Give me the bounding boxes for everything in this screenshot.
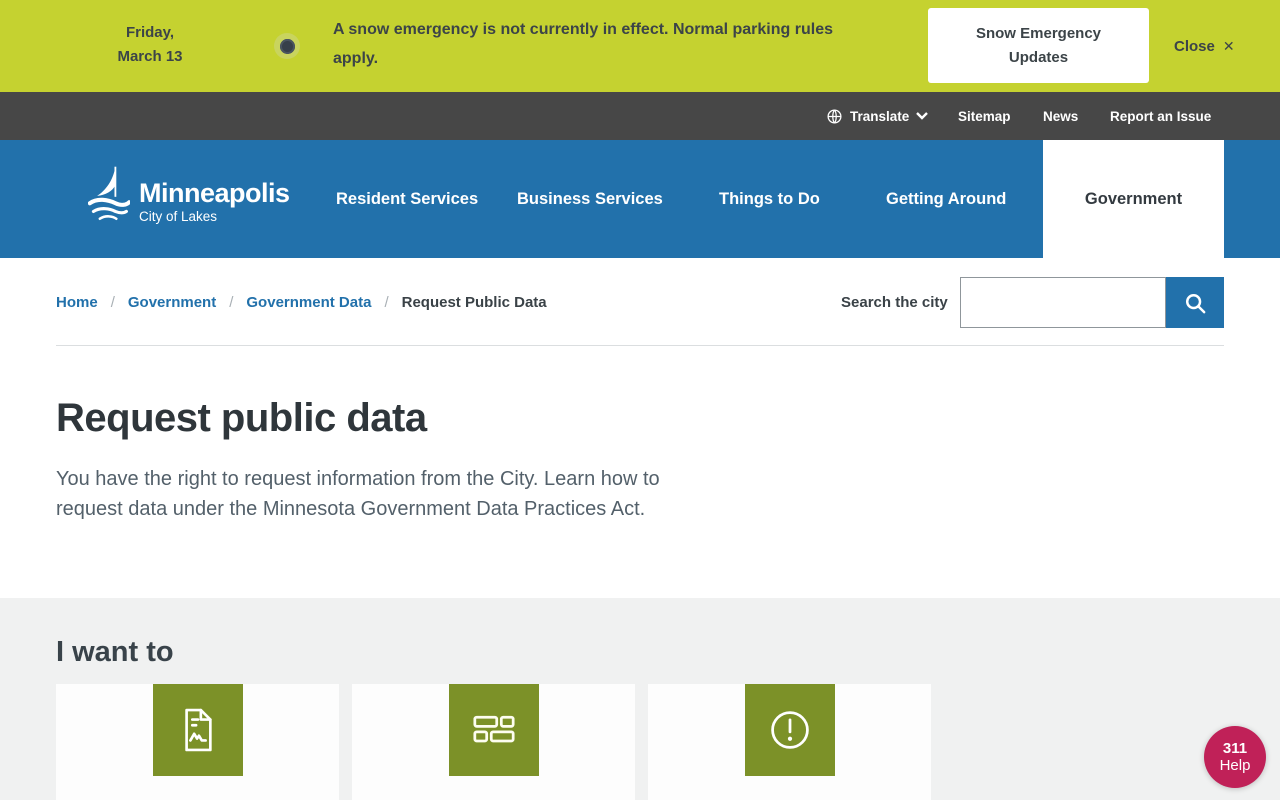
breadcrumb-bar: Home / Government / Government Data / Re… — [0, 258, 1280, 346]
card-icon-tile — [448, 684, 539, 776]
breadcrumb-current: Request Public Data — [401, 294, 547, 311]
breadcrumb-separator: / — [110, 294, 115, 311]
nav-item-business-services[interactable]: Business Services — [517, 140, 663, 258]
breadcrumb-separator: / — [229, 294, 234, 311]
card-report-issue[interactable] — [648, 684, 931, 800]
breadcrumb-link-home[interactable]: Home — [56, 294, 98, 311]
breadcrumb: Home / Government / Government Data / Re… — [56, 294, 547, 311]
breadcrumb-link-government[interactable]: Government — [128, 294, 216, 311]
city-logo[interactable]: Minneapolis City of Lakes — [88, 164, 290, 226]
i-want-to-heading: I want to — [56, 636, 174, 668]
translate-menu[interactable]: Translate — [820, 92, 934, 140]
snow-emergency-updates-button[interactable]: Snow Emergency Updates — [928, 8, 1149, 83]
311-help-label: Help — [1219, 757, 1251, 774]
utility-bar: Translate Sitemap News Report an Issue — [0, 92, 1280, 140]
banner-date: Friday, March 13 — [98, 21, 202, 69]
main-navigation: Minneapolis City of Lakes Resident Servi… — [0, 140, 1280, 258]
card-icon-tile — [152, 684, 243, 776]
311-help-button[interactable]: 311 Help — [1204, 726, 1266, 788]
page-intro: You have the right to request informatio… — [56, 468, 660, 520]
search-icon — [1185, 293, 1206, 313]
search-button[interactable] — [1166, 277, 1224, 328]
breadcrumb-separator: / — [384, 294, 389, 311]
utility-link-sitemap[interactable]: Sitemap — [958, 92, 1011, 140]
page-title: Request public data — [56, 396, 427, 440]
translate-label: Translate — [850, 108, 910, 124]
alert-circle-icon — [770, 711, 809, 749]
search-input[interactable] — [960, 277, 1166, 328]
311-help-number: 311 — [1222, 740, 1248, 757]
snow-status-icon — [274, 33, 300, 59]
card-icon-tile — [744, 684, 835, 776]
nav-item-resident-services[interactable]: Resident Services — [336, 140, 478, 258]
utility-link-report-an-issue[interactable]: Report an Issue — [1110, 92, 1211, 140]
breadcrumb-link-government-data[interactable]: Government Data — [246, 294, 371, 311]
banner-close-label: Close — [1174, 37, 1215, 55]
nav-item-things-to-do[interactable]: Things to Do — [719, 140, 820, 258]
nav-item-government-active[interactable]: Government — [1043, 140, 1224, 258]
search-label: Search the city — [841, 294, 948, 311]
document-request-icon — [184, 708, 212, 752]
i-want-to-cards — [56, 684, 931, 800]
chevron-down-icon — [916, 112, 929, 120]
i-want-to-section: I want to — [0, 598, 1280, 800]
card-request-data[interactable] — [56, 684, 339, 800]
logo-text: Minneapolis City of Lakes — [139, 179, 290, 225]
banner-close-button[interactable]: Close ✕ — [1168, 31, 1241, 61]
sailboat-icon — [88, 166, 130, 221]
card-view-records[interactable] — [352, 684, 635, 800]
banner-date-line1: Friday, — [125, 24, 175, 41]
banner-message: A snow emergency is not currently in eff… — [333, 21, 833, 67]
nav-item-getting-around[interactable]: Getting Around — [886, 140, 1006, 258]
snow-emergency-updates-label: Snow Emergency Updates — [975, 24, 1102, 66]
close-icon: ✕ — [1222, 37, 1235, 54]
logo-title: Minneapolis — [139, 178, 290, 208]
banner-date-line2: March 13 — [117, 48, 183, 65]
records-table-icon — [472, 715, 515, 743]
snow-emergency-banner: Friday, March 13 A snow emergency is not… — [0, 0, 1280, 92]
utility-link-news[interactable]: News — [1043, 92, 1078, 140]
divider — [56, 345, 1224, 346]
snow-status-dot — [279, 38, 295, 54]
globe-icon — [827, 108, 842, 124]
logo-subtitle: City of Lakes — [139, 209, 218, 224]
